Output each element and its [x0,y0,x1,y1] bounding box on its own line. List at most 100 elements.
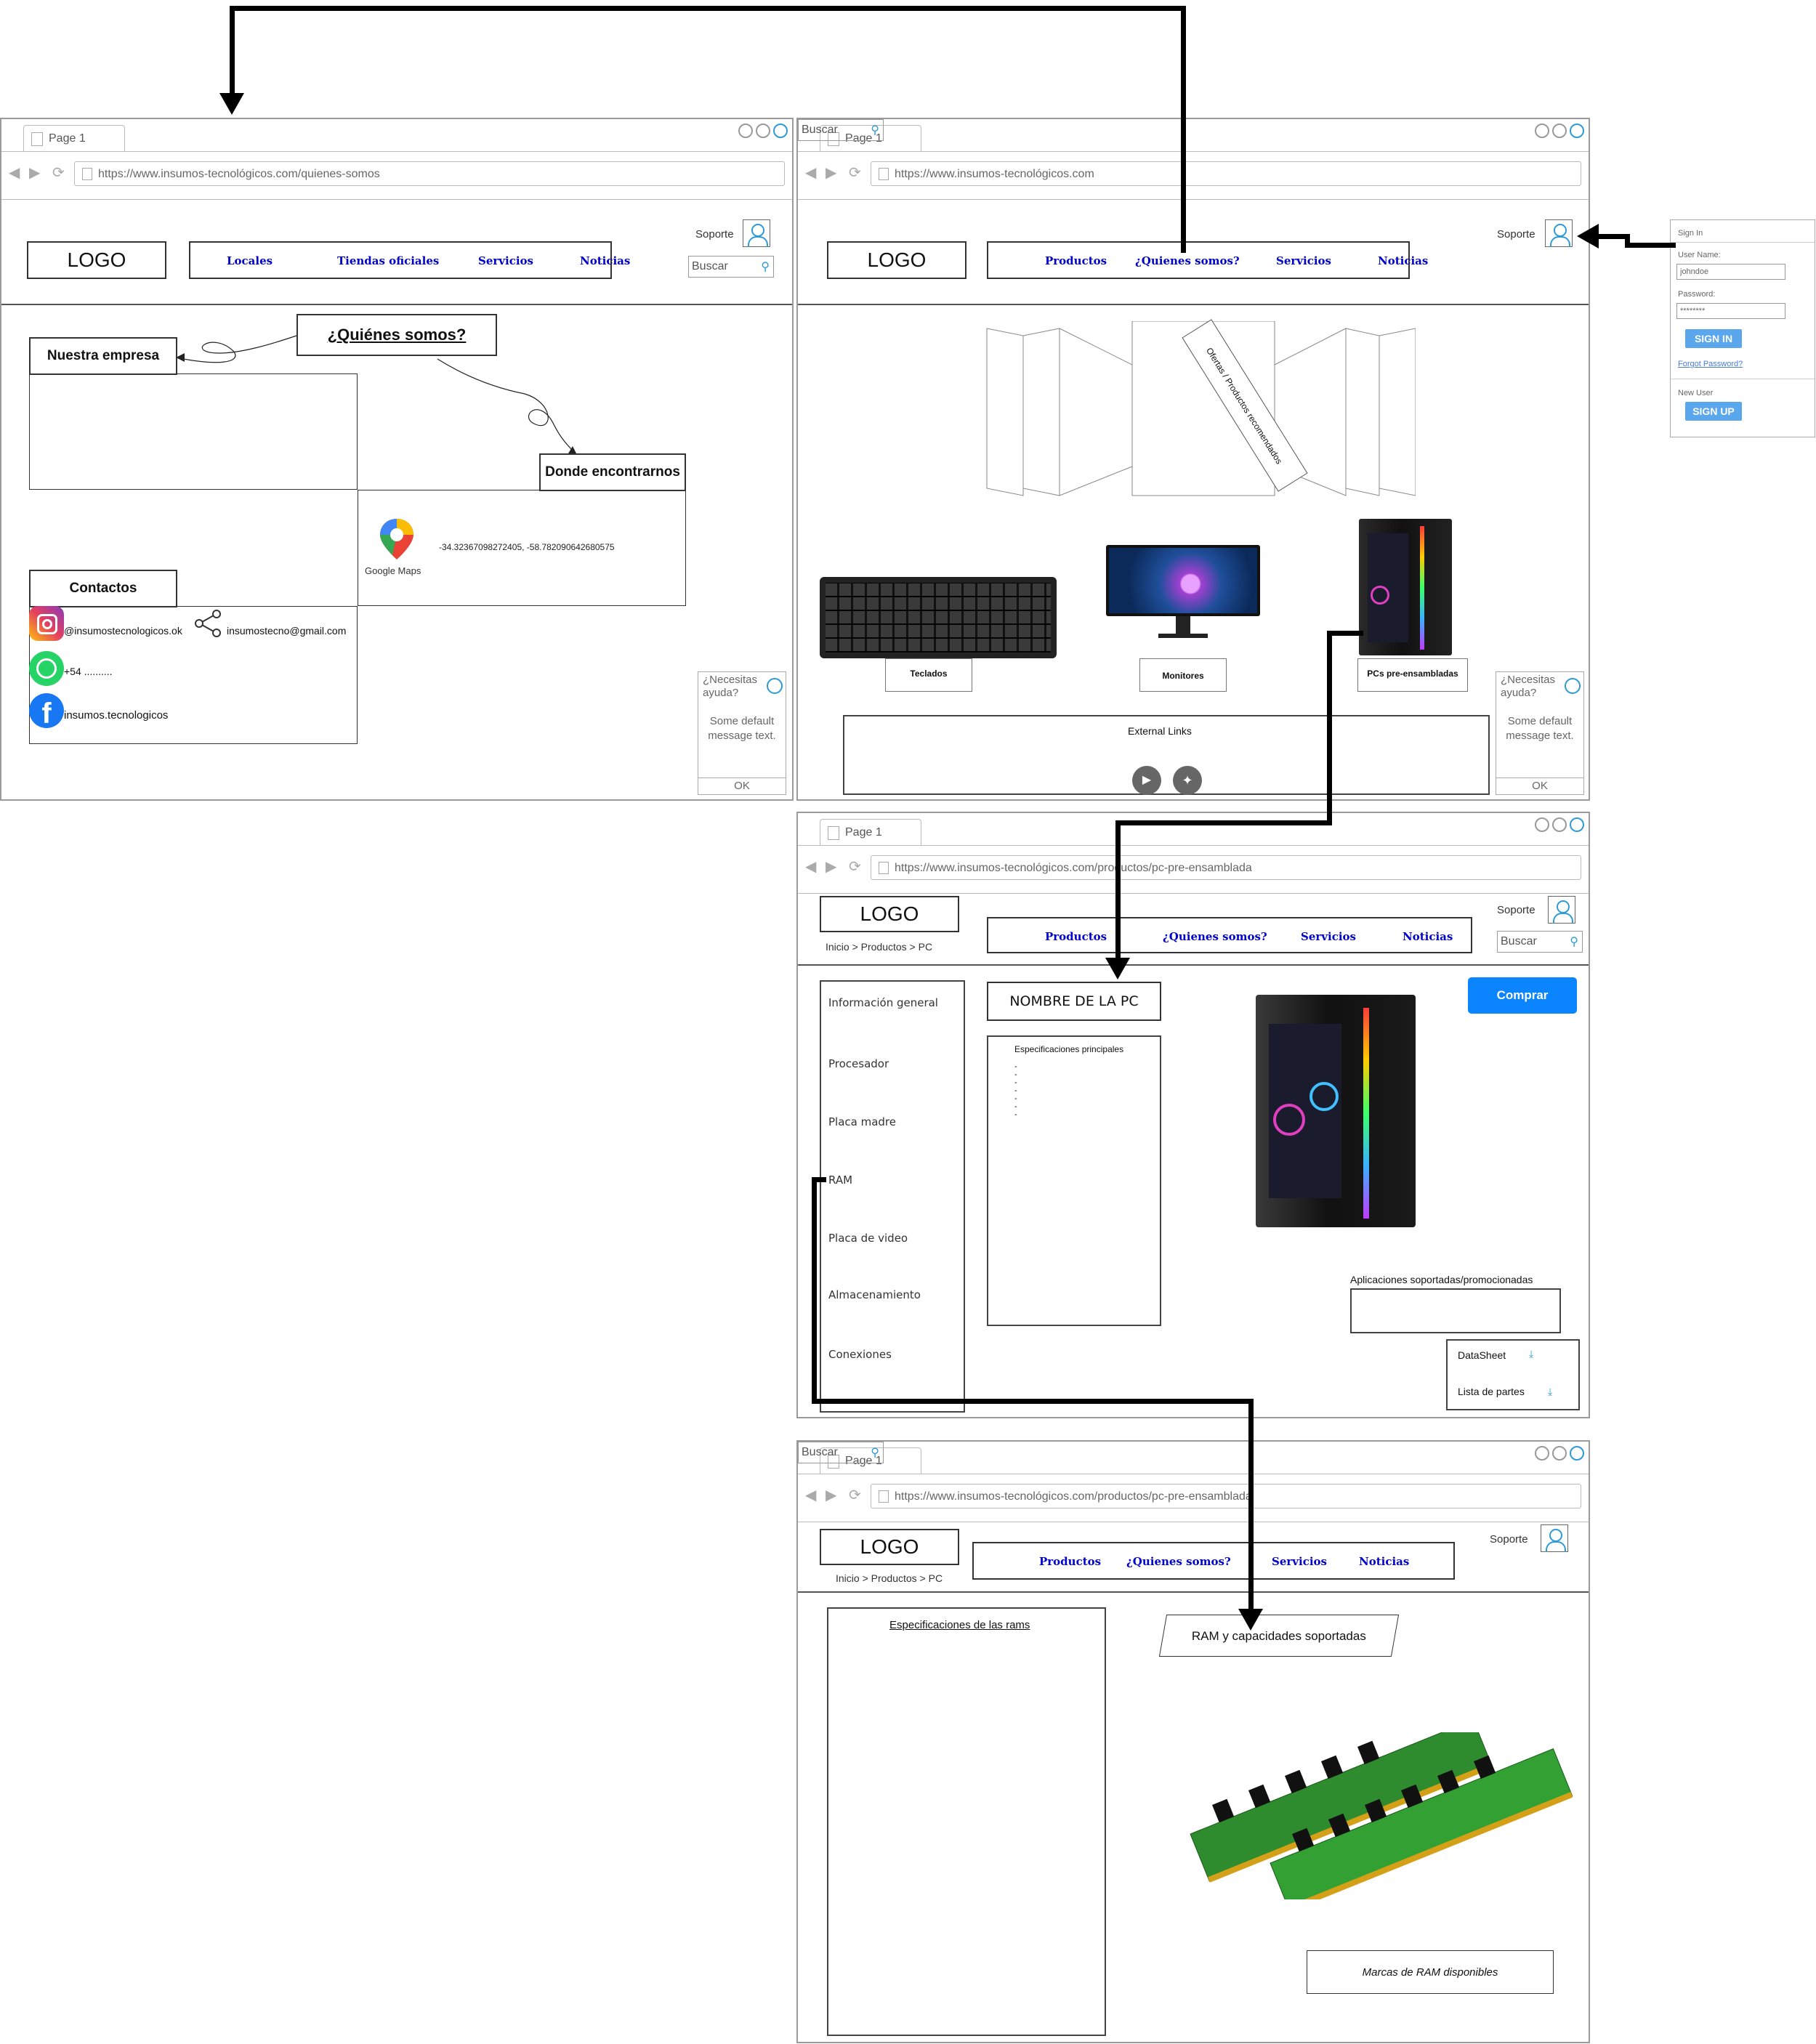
facebook-icon[interactable]: f [29,693,64,728]
search-input[interactable]: Buscar ⚲ [798,1442,884,1463]
breadcrumb[interactable]: Inicio > Productos > PC [836,1572,943,1584]
url-bar[interactable]: https://www.insumos-tecnológicos.com/pro… [871,1484,1581,1508]
arrow-head [1105,958,1130,979]
back-icon[interactable]: ◀ [805,1486,816,1504]
lista-partes-link[interactable]: Lista de partes [1458,1386,1525,1397]
help-ok-button[interactable]: OK [698,777,786,794]
teclados-label[interactable]: Teclados [885,658,972,692]
ram-specs-panel: Especificaciones de las rams [827,1607,1106,2036]
email-address[interactable]: insumostecno@gmail.com [227,625,346,637]
back-icon[interactable]: ◀ [805,163,816,182]
user-icon[interactable] [1541,1524,1568,1552]
monitores-label[interactable]: Monitores [1139,658,1227,692]
logo[interactable]: LOGO [827,241,966,279]
sidebar-item-informacion[interactable]: Información general [828,996,938,1009]
breadcrumb[interactable]: Inicio > Productos > PC [826,941,932,953]
soporte-label[interactable]: Soporte [1497,904,1535,916]
monitor-image[interactable] [1106,545,1260,639]
url-bar[interactable]: https://www.insumos-tecnológicos.com [871,161,1581,186]
nav-item-servicios[interactable]: Servicios [1276,254,1331,267]
help-chat-widget[interactable]: ¿Necesitas ayuda? Some default message t… [1496,671,1584,795]
logo[interactable]: LOGO [820,896,959,932]
url-bar[interactable]: https://www.insumos-tecnológicos.com/pro… [871,855,1581,880]
nav-menu: Productos ¿Quienes somos? Servicios Noti… [972,1542,1455,1580]
pc-case-image[interactable] [1359,519,1452,655]
instagram-handle[interactable]: @insumostecnologicos.ok [64,625,182,637]
sidebar-item-almacenamiento[interactable]: Almacenamiento [828,1288,921,1301]
datasheet-download-icon[interactable]: ⤓ [1529,1348,1533,1360]
whatsapp-number[interactable]: +54 .......... [64,666,113,677]
nav-item-productos[interactable]: Productos [1039,1555,1101,1568]
soporte-label[interactable]: Soporte [1490,1533,1528,1546]
ram-specs-title: Especificaciones de las rams [889,1619,1030,1631]
new-user-label: New User [1678,389,1714,397]
nav-item-servicios[interactable]: Servicios [1272,1555,1327,1568]
browser-tab[interactable]: Page 1 [820,819,921,845]
google-maps-icon[interactable] [378,517,416,561]
pcs-label[interactable]: PCs pre-ensambladas [1357,658,1468,692]
contactos-label: Contactos [29,570,177,607]
flow-arrow-to-pc [1327,631,1363,636]
search-icon: ⚲ [871,124,879,137]
pc-case-image[interactable] [1256,995,1416,1227]
sign-in-panel: Sign In User Name: johndoe Password: ***… [1670,219,1815,437]
facebook-handle[interactable]: insumos.tecnologicos [64,709,168,722]
nuestra-empresa-panel [29,373,358,490]
sign-up-button[interactable]: SIGN UP [1685,402,1742,421]
sidebar-item-placa-video[interactable]: Placa de video [828,1232,908,1245]
reload-icon[interactable]: ⟳ [849,857,861,876]
instagram-icon[interactable] [29,606,64,641]
arrow-head [1238,1609,1263,1631]
share-icon[interactable] [193,609,222,638]
twitter-icon[interactable]: ✦ [1173,766,1202,795]
search-input[interactable]: Buscar ⚲ [798,119,884,141]
user-icon[interactable] [1545,219,1573,247]
user-icon[interactable] [1548,896,1575,924]
sidebar-item-placa-madre[interactable]: Placa madre [828,1115,896,1128]
sign-in-button[interactable]: SIGN IN [1685,329,1742,348]
reload-icon[interactable]: ⟳ [849,163,861,182]
sidebar-item-conexiones[interactable]: Conexiones [828,1348,892,1361]
flow-arrow-to-quienes [1181,6,1186,253]
lista-download-icon[interactable]: ⤓ [1548,1386,1552,1398]
keyboard-image[interactable] [820,577,1057,658]
nav-item-productos[interactable]: Productos [1045,254,1107,267]
nav-item-quienes-somos[interactable]: ¿Quienes somos? [1163,930,1267,943]
sidebar-item-procesador[interactable]: Procesador [828,1057,889,1070]
flow-arrow-to-signin [1625,243,1676,248]
nav-item-noticias[interactable]: Noticias [1403,930,1453,943]
browser-window-pc: Page 1 ◀ ▶ ⟳ https://www.insumos-tecnoló… [796,812,1590,1418]
sidebar-item-ram[interactable]: RAM [828,1174,852,1187]
nuestra-empresa-label: Nuestra empresa [29,337,177,375]
forward-icon[interactable]: ▶ [826,857,836,876]
help-icon [1565,678,1581,694]
soporte-label[interactable]: Soporte [1497,228,1535,241]
forward-icon[interactable]: ▶ [826,163,836,182]
window-controls[interactable] [1535,1446,1584,1461]
help-chat-widget[interactable]: ¿Necesitas ayuda? Some default message t… [698,671,786,795]
nav-item-quienes-somos[interactable]: ¿Quienes somos? [1126,1555,1231,1568]
logo[interactable]: LOGO [820,1529,959,1565]
window-controls[interactable] [1535,817,1584,832]
datasheet-link[interactable]: DataSheet [1458,1349,1506,1361]
help-ok-button[interactable]: OK [1496,777,1583,794]
nav-item-servicios[interactable]: Servicios [1301,930,1356,943]
nav-item-quienes-somos[interactable]: ¿Quienes somos? [1135,254,1240,267]
forgot-password-link[interactable]: Forgot Password? [1678,360,1743,368]
username-input[interactable]: johndoe [1676,264,1785,280]
youtube-icon[interactable]: ▶ [1132,766,1161,795]
whatsapp-icon[interactable] [29,651,64,686]
browser-window-ram: Page 1 ◀ ▶ ⟳ https://www.insumos-tecnoló… [796,1440,1590,2043]
password-input[interactable]: ******** [1676,303,1785,319]
buy-button[interactable]: Comprar [1468,977,1577,1014]
pc-name-title: NOMBRE DE LA PC [987,982,1161,1021]
window-controls[interactable] [1535,124,1584,138]
back-icon[interactable]: ◀ [805,857,816,876]
nav-item-noticias[interactable]: Noticias [1378,254,1428,267]
ram-modules-image[interactable] [1183,1732,1590,1899]
reload-icon[interactable]: ⟳ [849,1486,861,1504]
nav-item-productos[interactable]: Productos [1045,930,1107,943]
nav-item-noticias[interactable]: Noticias [1359,1555,1409,1568]
search-input[interactable]: Buscar ⚲ [1497,931,1583,953]
forward-icon[interactable]: ▶ [826,1486,836,1504]
